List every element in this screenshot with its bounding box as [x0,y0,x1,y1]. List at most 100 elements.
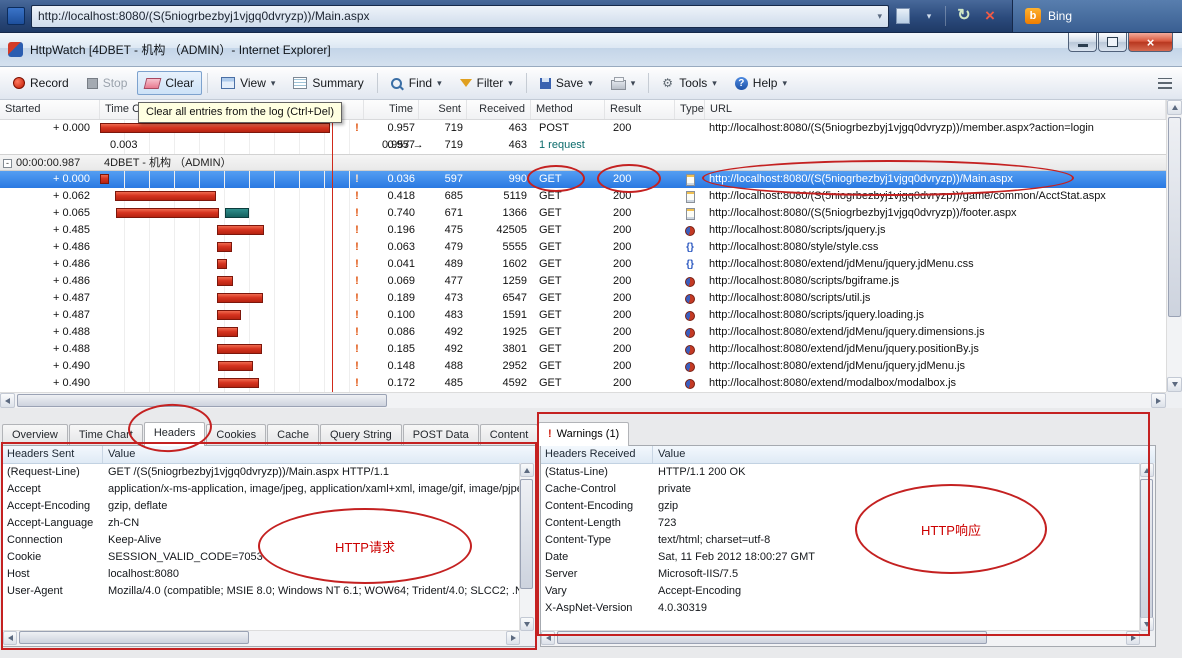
column-header-received[interactable]: Received [467,100,531,119]
vscroll-thumb[interactable] [1140,479,1153,619]
request-url[interactable]: http://localhost:8080/extend/jdMenu/jque… [705,358,1166,375]
refresh-button[interactable]: ↻ [952,4,976,29]
hscroll-thumb[interactable] [557,631,987,644]
request-row[interactable]: + 0.486!0.0634795555GET200{}http://local… [0,239,1166,256]
request-url[interactable]: http://localhost:8080/scripts/util.js [705,290,1166,307]
headers-sent-vscrollbar[interactable] [519,463,535,631]
request-url[interactable]: http://localhost:8080/extend/jdMenu/jque… [705,256,1166,273]
help-button[interactable]: Help▾ [727,71,795,95]
tab-time-chart[interactable]: Time Chart [69,424,143,446]
address-field[interactable]: http://localhost:8080/(S(5niogrbezbyj1vj… [31,5,889,28]
request-url[interactable]: http://localhost:8080/(S(5niogrbezbyj1vj… [705,205,1166,222]
css-file-icon: {} [686,260,694,270]
headers-sent-hscrollbar[interactable] [3,630,520,646]
address-dropdown-icon[interactable]: ▾ [877,11,882,22]
request-url[interactable]: http://localhost:8080/scripts/jquery.loa… [705,307,1166,324]
request-row[interactable]: + 0.062!0.4186855119GET200http://localho… [0,188,1166,205]
save-button[interactable]: Save▾ [532,71,601,95]
column-value-sent[interactable]: Value [103,446,535,463]
column-headers-sent[interactable]: Headers Sent [3,446,103,463]
column-header-time[interactable]: Time [364,100,419,119]
request-row[interactable]: + 0.487!0.1894736547GET200http://localho… [0,290,1166,307]
column-headers-received[interactable]: Headers Received [541,446,653,463]
tab-headers[interactable]: Headers [144,422,206,446]
headers-received-hscrollbar[interactable] [541,630,1140,646]
request-row[interactable]: + 0.487!0.1004831591GET200http://localho… [0,307,1166,324]
tab-warnings[interactable]: ! Warnings (1) [538,422,629,446]
request-row[interactable]: + 0.485!0.19647542505GET200http://localh… [0,222,1166,239]
scroll-right-button[interactable] [1151,393,1166,408]
scroll-right-button[interactable] [1126,631,1140,645]
search-box[interactable]: b Bing [1012,0,1182,32]
tab-cache[interactable]: Cache [267,424,319,446]
record-button[interactable]: Record [5,71,77,95]
vscroll-thumb[interactable] [520,479,533,589]
print-button[interactable]: ▾ [603,72,644,95]
collapse-icon[interactable] [3,159,12,168]
find-button[interactable]: Find▾ [383,71,450,95]
column-header-sent[interactable]: Sent [419,100,467,119]
filter-button[interactable]: Filter▾ [452,71,521,95]
stop-navigation-button[interactable]: × [978,4,1002,29]
stop-button[interactable]: Stop [79,71,136,95]
column-header-type[interactable]: Type [675,100,705,119]
request-rows: + 0.000!0.957719463POST200http://localho… [0,120,1166,392]
request-row[interactable]: + 0.490!0.1724854592GET200http://localho… [0,375,1166,392]
request-row[interactable]: + 0.000!0.036597990GET200http://localhos… [0,171,1166,188]
request-url[interactable]: http://localhost:8080/extend/jdMenu/jque… [705,341,1166,358]
timechart-bar [115,191,216,201]
request-url[interactable]: http://localhost:8080/style/style.css [705,239,1166,256]
close-button[interactable]: × [1128,33,1173,52]
scroll-down-button[interactable] [1167,377,1182,392]
request-url[interactable]: http://localhost:8080/(S(5niogrbezbyj1vj… [705,171,1166,188]
scroll-up-button[interactable] [1167,100,1182,115]
hscroll-thumb[interactable] [17,394,387,407]
headers-received-vscrollbar[interactable] [1139,463,1155,631]
scroll-left-button[interactable] [541,631,555,645]
panel-layout-toggle-icon[interactable] [1158,78,1172,89]
request-url[interactable]: http://localhost:8080/(S(5niogrbezbyj1vj… [705,120,1166,137]
hscroll-thumb[interactable] [19,631,249,644]
tools-button[interactable]: Tools▾ [654,71,725,95]
tab-cookies[interactable]: Cookies [206,424,266,446]
request-url[interactable]: http://localhost:8080/(S(5niogrbezbyj1vj… [705,188,1166,205]
request-row[interactable]: + 0.488!0.0864921925GET200http://localho… [0,324,1166,341]
tab-post-data[interactable]: POST Data [403,424,479,446]
minimize-button[interactable] [1068,33,1097,52]
restore-button[interactable] [1098,33,1127,52]
scroll-down-button[interactable] [1140,617,1154,631]
view-button[interactable]: View▾ [213,71,283,95]
vscroll-thumb[interactable] [1168,117,1181,317]
request-url[interactable]: http://localhost:8080/extend/modalbox/mo… [705,375,1166,392]
scroll-left-button[interactable] [3,631,17,645]
address-history-button[interactable]: ▾ [917,4,941,29]
grid-vertical-scrollbar[interactable] [1166,100,1182,392]
scroll-left-button[interactable] [0,393,15,408]
address-url[interactable]: http://localhost:8080/(S(5niogrbezbyj1vj… [38,9,873,23]
scroll-up-button[interactable] [520,463,534,477]
column-value-received[interactable]: Value [653,446,1155,463]
request-row[interactable]: + 0.486!0.0414891602GET200{}http://local… [0,256,1166,273]
request-url[interactable]: http://localhost:8080/scripts/jquery.js [705,222,1166,239]
request-row[interactable]: + 0.065!0.7406711366GET200http://localho… [0,205,1166,222]
request-url[interactable]: http://localhost:8080/scripts/bgiframe.j… [705,273,1166,290]
grid-horizontal-scrollbar[interactable] [0,392,1166,408]
request-url[interactable]: http://localhost:8080/extend/jdMenu/jque… [705,324,1166,341]
tab-overview[interactable]: Overview [2,424,68,446]
scroll-down-button[interactable] [520,617,534,631]
scroll-right-button[interactable] [506,631,520,645]
column-header-method[interactable]: Method [531,100,605,119]
request-row[interactable]: + 0.488!0.1854923801GET200http://localho… [0,341,1166,358]
scroll-up-button[interactable] [1140,463,1154,477]
column-header-result[interactable]: Result [605,100,675,119]
request-row[interactable]: + 0.490!0.1484882952GET200http://localho… [0,358,1166,375]
tab-content[interactable]: Content [480,424,539,446]
tab-query-string[interactable]: Query String [320,424,402,446]
column-header-started[interactable]: Started [0,100,100,119]
clear-button[interactable]: Clear [137,71,202,95]
column-header-url[interactable]: URL [705,100,1166,119]
compatibility-view-button[interactable] [891,4,915,29]
request-row[interactable]: + 0.486!0.0694771259GET200http://localho… [0,273,1166,290]
summary-button[interactable]: Summary [285,71,371,95]
group-row[interactable]: 00:00:00.9874DBET - 机构 （ADMIN） [0,154,1166,171]
